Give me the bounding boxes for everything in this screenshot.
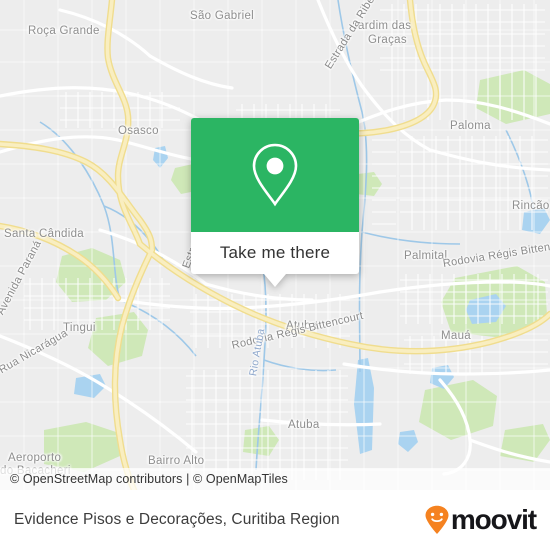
take-me-there-button[interactable]: Take me there [191,232,359,274]
card-pointer-tip [264,274,286,287]
moovit-logo[interactable]: moovit [424,504,537,536]
destination-card[interactable]: Take me there [191,118,359,287]
map-pin-icon [252,143,298,207]
map-share-screen: Roça Grande São Gabriel Jardim das Graças Os… [0,0,550,550]
moovit-pin-smiley-icon [425,505,449,534]
card-image-area [191,118,359,232]
map-attribution: © OpenStreetMap contributors | © OpenMap… [0,468,550,490]
moovit-wordmark: moovit [450,504,537,535]
footer-bar: Evidence Pisos e Decorações, Curitiba Re… [0,490,550,550]
place-title: Evidence Pisos e Decorações, Curitiba Re… [14,511,340,528]
attribution-text: © OpenStreetMap contributors | © OpenMap… [10,472,288,486]
take-me-there-label: Take me there [219,243,331,262]
